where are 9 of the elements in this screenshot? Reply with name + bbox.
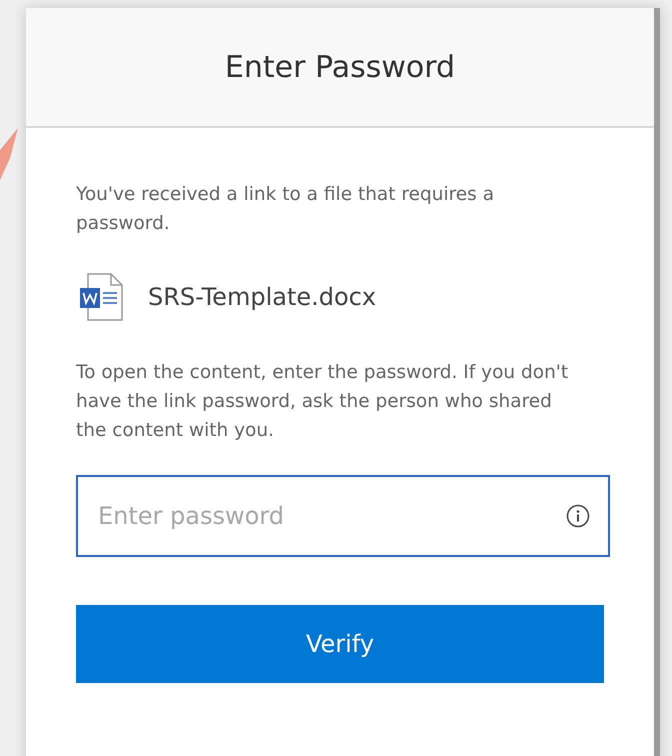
info-icon[interactable] xyxy=(566,504,590,528)
word-document-icon xyxy=(78,272,124,322)
password-field[interactable]: Enter password xyxy=(76,475,610,557)
file-name: SRS-Template.docx xyxy=(148,282,376,313)
instructions-text: To open the content, enter the password. If you don't have the link password, ask the person who shared the content with you. xyxy=(76,361,570,443)
dialog-title: Enter Password xyxy=(224,48,456,86)
verify-button[interactable]: Verify xyxy=(76,605,604,683)
arrow-drawing xyxy=(0,128,18,180)
intro-text: You've received a link to a file that requires a password. xyxy=(76,183,496,236)
